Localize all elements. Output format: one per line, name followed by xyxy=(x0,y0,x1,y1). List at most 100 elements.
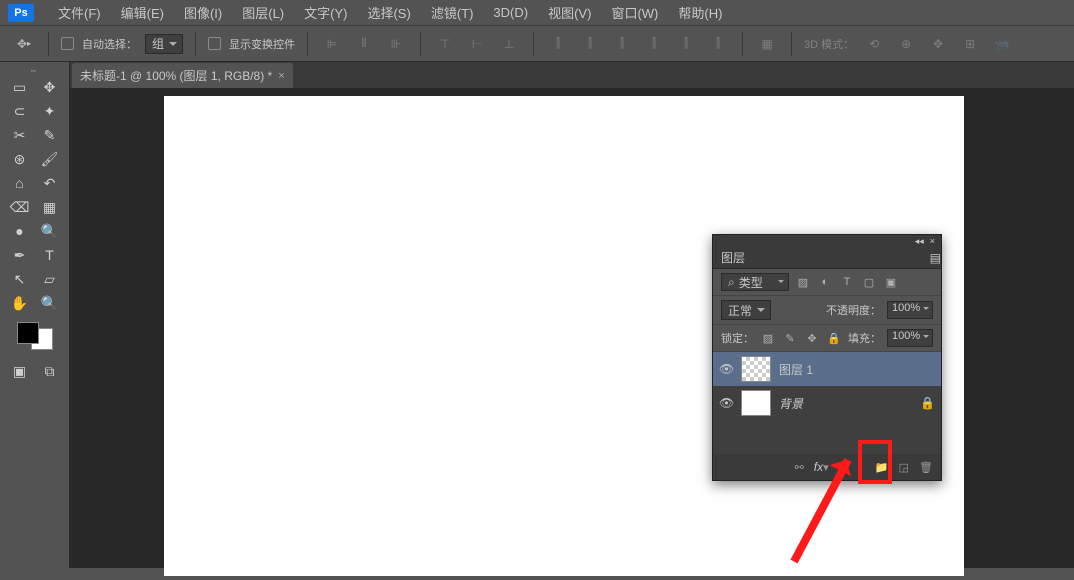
layer-name[interactable]: 背景 xyxy=(779,395,803,412)
auto-select-dropdown[interactable]: 组 xyxy=(145,34,183,54)
move-tool-icon[interactable]: ✥▸ xyxy=(12,32,36,56)
document-tab-bar: 未标题-1 @ 100% (图层 1, RGB/8) * × xyxy=(70,62,1074,88)
zoom-tool[interactable]: 🔍 xyxy=(36,292,64,314)
menu-select[interactable]: 选择(S) xyxy=(357,3,420,22)
heal-tool[interactable]: ⊛ xyxy=(6,148,34,170)
distribute-icon: ⫿ xyxy=(642,32,666,56)
filter-pixel-icon[interactable]: ▨ xyxy=(795,274,811,290)
eyedropper-tool[interactable]: ✎ xyxy=(36,124,64,146)
align-icon: ⫴ xyxy=(352,32,376,56)
screenmode-tool[interactable]: ⧉ xyxy=(36,360,64,382)
3d-icon: ⟲ xyxy=(862,32,886,56)
stamp-tool[interactable]: ⌂ xyxy=(6,172,34,194)
menu-file[interactable]: 文件(F) xyxy=(48,3,111,22)
opacity-input[interactable]: 100% xyxy=(887,301,933,319)
close-panel-icon[interactable]: × xyxy=(930,236,935,246)
move-tool[interactable]: ✥ xyxy=(36,76,64,98)
menu-filter[interactable]: 滤镜(T) xyxy=(421,3,484,22)
quickmask-tool[interactable]: ▣ xyxy=(6,360,34,382)
crop-tool[interactable]: ✂ xyxy=(6,124,34,146)
ps-logo: Ps xyxy=(8,4,34,22)
opacity-label: 不透明度： xyxy=(826,302,881,318)
align-icon: ⊫ xyxy=(320,32,344,56)
distribute-icon: ⫿ xyxy=(578,32,602,56)
visibility-icon[interactable]: 👁 xyxy=(719,362,733,376)
menu-view[interactable]: 视图(V) xyxy=(538,3,601,22)
foreground-color[interactable] xyxy=(17,322,39,344)
delete-layer-icon[interactable]: 🗑 xyxy=(919,461,933,474)
filter-shape-icon[interactable]: ▢ xyxy=(861,274,877,290)
marquee-tool[interactable]: ▭ xyxy=(6,76,34,98)
new-layer-icon[interactable]: ◲ xyxy=(899,461,909,474)
menu-bar: Ps 文件(F) 编辑(E) 图像(I) 图层(L) 文字(Y) 选择(S) 滤… xyxy=(0,0,1074,26)
eraser-tool[interactable]: ⌫ xyxy=(6,196,34,218)
options-bar: ✥▸ 自动选择： 组 显示变换控件 ⊫ ⫴ ⊪ ⊤ ⊢ ⊥ ⫿ ⫿ ⫿ ⫿ ⫿ … xyxy=(0,26,1074,62)
menu-window[interactable]: 窗口(W) xyxy=(601,3,668,22)
panel-menu-icon[interactable]: ▤ xyxy=(930,251,941,265)
fill-input[interactable]: 100% xyxy=(887,329,933,347)
gradient-tool[interactable]: ▦ xyxy=(36,196,64,218)
3d-icon: ⊕ xyxy=(894,32,918,56)
lock-all-icon[interactable]: 🔒 xyxy=(826,330,842,346)
menu-3d[interactable]: 3D(D) xyxy=(483,5,538,20)
toolbox: ┅ ▭✥ ⊂✦ ✂✎ ⊛🖌 ⌂↶ ⌫▦ ●🔍 ✒T ↖▱ ✋🔍 ▣⧉ xyxy=(0,62,70,568)
filter-type-icon[interactable]: T xyxy=(839,274,855,290)
fill-label: 填充： xyxy=(848,330,881,346)
type-tool[interactable]: T xyxy=(36,244,64,266)
wand-tool[interactable]: ✦ xyxy=(36,100,64,122)
menu-image[interactable]: 图像(I) xyxy=(174,3,232,22)
path-tool[interactable]: ↖ xyxy=(6,268,34,290)
document-tab-title: 未标题-1 @ 100% (图层 1, RGB/8) * xyxy=(80,67,272,84)
lock-pixels-icon[interactable]: ▨ xyxy=(760,330,776,346)
pen-tool[interactable]: ✒ xyxy=(6,244,34,266)
close-tab-icon[interactable]: × xyxy=(278,70,284,82)
lock-brush-icon[interactable]: ✎ xyxy=(782,330,798,346)
toolbox-grip-icon[interactable]: ┅ xyxy=(0,66,70,76)
layers-panel: ◂◂ × 图层 ▤ ⌕类型 ▨ ◐ T ▢ ▣ 正常 不透明度： 100% 锁定… xyxy=(712,234,942,481)
auto-align-icon: ▦ xyxy=(755,32,779,56)
transform-label: 显示变换控件 xyxy=(229,36,295,52)
distribute-icon: ⫿ xyxy=(674,32,698,56)
history-brush-tool[interactable]: ↶ xyxy=(36,172,64,194)
brush-tool[interactable]: 🖌 xyxy=(36,148,64,170)
filter-smart-icon[interactable]: ▣ xyxy=(883,274,899,290)
document-tab[interactable]: 未标题-1 @ 100% (图层 1, RGB/8) * × xyxy=(72,63,293,88)
filter-adjust-icon[interactable]: ◐ xyxy=(817,274,833,290)
color-swatches[interactable] xyxy=(17,322,53,350)
menu-type[interactable]: 文字(Y) xyxy=(294,3,357,22)
blur-tool[interactable]: ● xyxy=(6,220,34,242)
auto-select-label: 自动选择： xyxy=(82,36,137,52)
collapse-icon[interactable]: ◂◂ xyxy=(915,236,924,247)
align-icon: ⊪ xyxy=(384,32,408,56)
layer-item[interactable]: 👁 图层 1 xyxy=(713,352,941,386)
filter-type-dropdown[interactable]: ⌕类型 xyxy=(721,273,789,291)
distribute-icon: ⫿ xyxy=(706,32,730,56)
layer-name[interactable]: 图层 1 xyxy=(779,361,813,378)
lasso-tool[interactable]: ⊂ xyxy=(6,100,34,122)
hand-tool[interactable]: ✋ xyxy=(6,292,34,314)
align-icon: ⊤ xyxy=(433,32,457,56)
menu-edit[interactable]: 编辑(E) xyxy=(111,3,174,22)
auto-select-checkbox[interactable] xyxy=(61,37,74,50)
distribute-icon: ⫿ xyxy=(610,32,634,56)
lock-move-icon[interactable]: ✥ xyxy=(804,330,820,346)
align-icon: ⊢ xyxy=(465,32,489,56)
layer-item[interactable]: 👁 背景 🔒 xyxy=(713,386,941,420)
shape-tool[interactable]: ▱ xyxy=(36,268,64,290)
layers-tab[interactable]: 图层 xyxy=(721,249,745,266)
menu-help[interactable]: 帮助(H) xyxy=(668,3,732,22)
lock-label: 锁定： xyxy=(721,330,754,346)
3d-icon: ✥ xyxy=(926,32,950,56)
layer-thumbnail[interactable] xyxy=(741,390,771,416)
lock-icon: 🔒 xyxy=(920,396,935,410)
3d-icon: 📹 xyxy=(990,32,1014,56)
menu-layer[interactable]: 图层(L) xyxy=(232,3,294,22)
distribute-icon: ⫿ xyxy=(546,32,570,56)
align-icon: ⊥ xyxy=(497,32,521,56)
transform-checkbox[interactable] xyxy=(208,37,221,50)
blend-mode-dropdown[interactable]: 正常 xyxy=(721,300,771,320)
visibility-icon[interactable]: 👁 xyxy=(719,396,733,410)
dodge-tool[interactable]: 🔍 xyxy=(36,220,64,242)
layer-thumbnail[interactable] xyxy=(741,356,771,382)
annotation-arrow xyxy=(764,460,884,580)
